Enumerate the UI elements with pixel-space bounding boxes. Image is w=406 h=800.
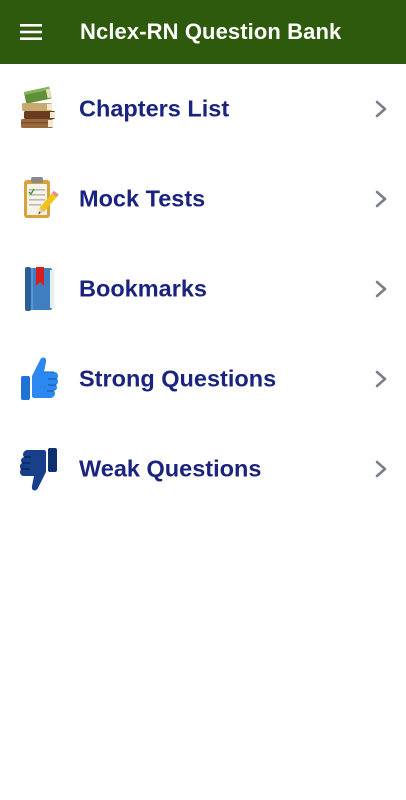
menu-item-mock-tests[interactable]: Mock Tests: [0, 154, 406, 244]
thumbs-up-icon: [16, 353, 62, 405]
menu-item-label: Mock Tests: [79, 185, 206, 212]
chevron-right-icon: [375, 280, 387, 298]
chevron-right-icon: [375, 100, 387, 118]
thumbs-down-icon: [16, 443, 62, 495]
app-bar: Nclex-RN Question Bank: [0, 0, 406, 64]
menu-item-label: Weak Questions: [79, 455, 262, 482]
menu-item-chapters-list[interactable]: Chapters List: [0, 64, 406, 154]
menu-item-strong-questions[interactable]: Strong Questions: [0, 334, 406, 424]
menu-item-label: Strong Questions: [79, 365, 277, 392]
menu-item-weak-questions[interactable]: Weak Questions: [0, 424, 406, 514]
chevron-right-icon: [375, 190, 387, 208]
menu-item-label: Bookmarks: [79, 275, 207, 302]
hamburger-menu-icon: [20, 24, 42, 40]
main-menu-list: Chapters List Mock Tests Bookmarks Stron…: [0, 64, 406, 514]
app-title: Nclex-RN Question Bank: [80, 19, 342, 44]
bookmark-book-icon: [16, 263, 62, 315]
books-stack-icon: [16, 83, 62, 135]
clipboard-pencil-icon: [16, 173, 62, 225]
chevron-right-icon: [375, 460, 387, 478]
menu-item-label: Chapters List: [79, 95, 230, 122]
chevron-right-icon: [375, 370, 387, 388]
menu-item-bookmarks[interactable]: Bookmarks: [0, 244, 406, 334]
hamburger-menu-button[interactable]: [0, 0, 62, 64]
